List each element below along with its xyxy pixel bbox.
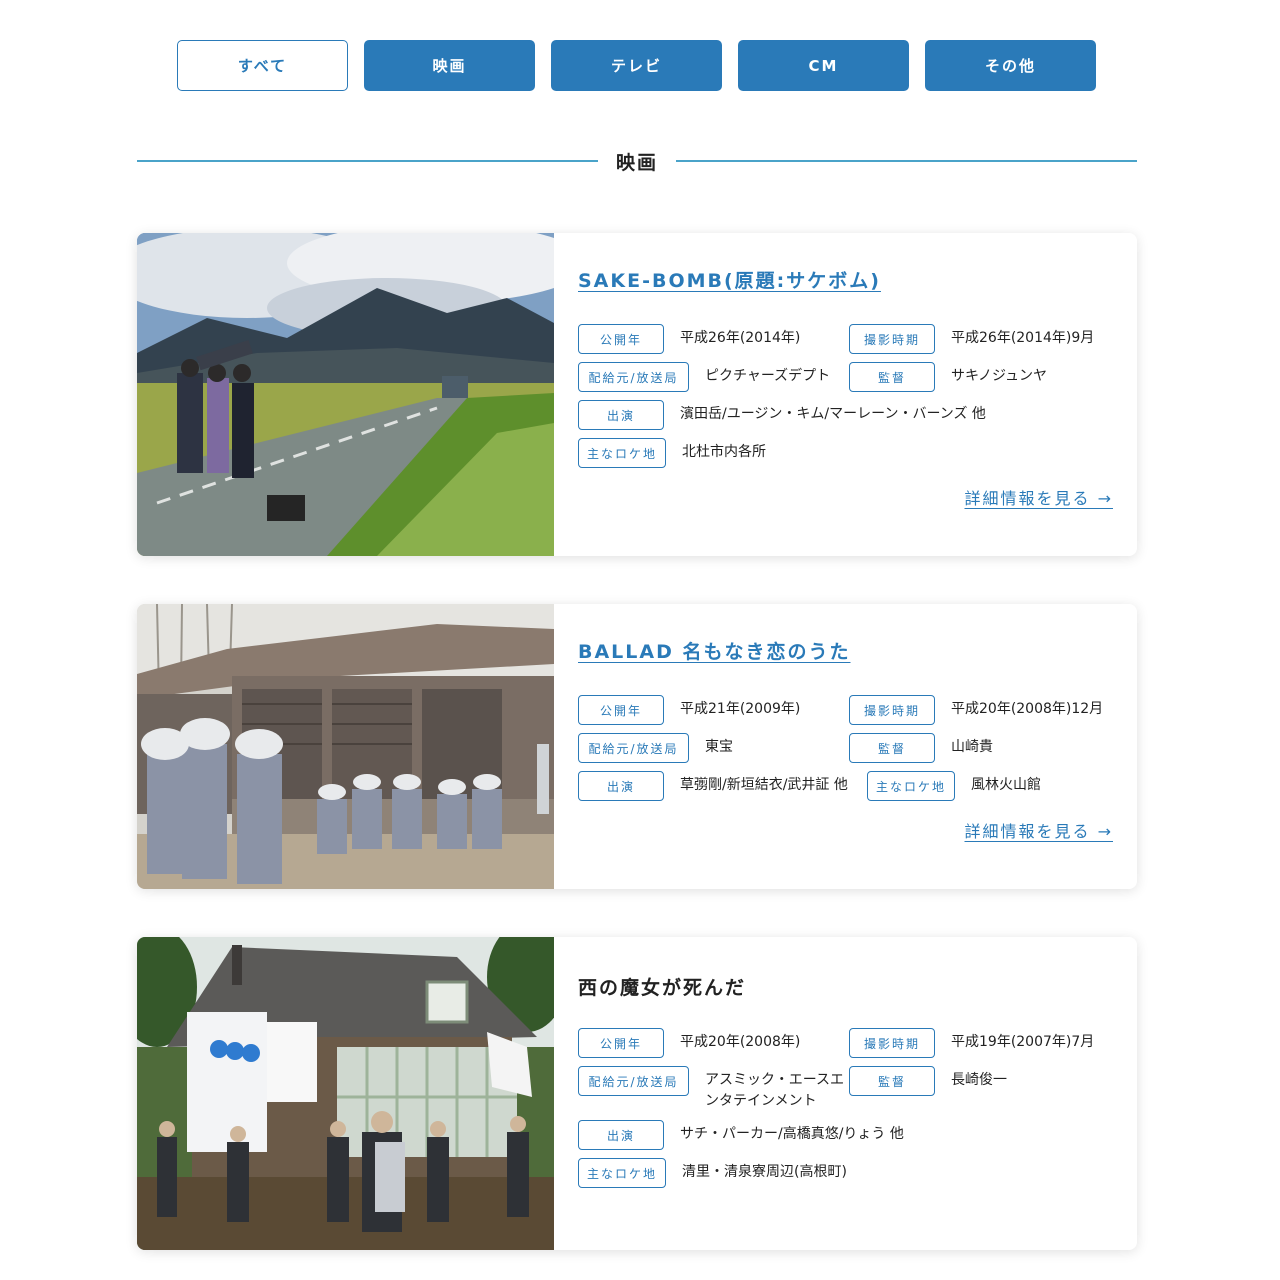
distributor-value: ピクチャーズデプト	[705, 368, 831, 384]
director-value: 長崎俊一	[951, 1072, 1007, 1088]
director-value: 山崎貴	[951, 739, 993, 755]
location-value: 清里・清泉寮周辺(高根町)	[682, 1164, 847, 1180]
filter-tv-button[interactable]: テレビ	[551, 40, 722, 91]
director-value: サキノジュンヤ	[951, 368, 1048, 384]
work-title: 西の魔女が死んだ	[578, 977, 747, 999]
filter-other-button[interactable]: その他	[925, 40, 1096, 91]
release-year-value: 平成26年(2014年)	[680, 330, 801, 346]
cast-label: 出演	[578, 1120, 664, 1150]
cast-label: 出演	[578, 400, 664, 430]
heading-divider-right	[676, 160, 1138, 162]
shoot-period-value: 平成19年(2007年)7月	[951, 1034, 1095, 1050]
distributor-value-line1: アスミック・エースエ	[705, 1072, 845, 1088]
section-heading: 映画	[137, 146, 1138, 176]
location-label: 主なロケ地	[578, 438, 666, 468]
work-card: BALLAD 名もなき恋のうた 公開年 平成21年(2009年) 撮影時期 平成…	[137, 604, 1137, 889]
cast-value: サチ・パーカー/高橋真悠/りょう 他	[680, 1126, 904, 1142]
distributor-value: 東宝	[705, 739, 733, 755]
heading-divider-left	[137, 160, 598, 162]
release-year-value: 平成21年(2009年)	[680, 701, 801, 717]
shoot-period-value: 平成26年(2014年)9月	[951, 330, 1095, 346]
work-title-link[interactable]: BALLAD 名もなき恋のうた	[578, 637, 851, 664]
distributor-label: 配給元/放送局	[578, 733, 689, 763]
work-title-link[interactable]: SAKE-BOMB(原題:サケボム)	[578, 266, 881, 293]
work-card: 西の魔女が死んだ 公開年 平成20年(2008年) 撮影時期 平成19年(200…	[137, 937, 1137, 1250]
work-details: SAKE-BOMB(原題:サケボム) 公開年 平成26年(2014年) 撮影時期…	[578, 233, 1113, 556]
location-label: 主なロケ地	[867, 771, 955, 801]
director-label: 監督	[849, 362, 935, 392]
work-details: BALLAD 名もなき恋のうた 公開年 平成21年(2009年) 撮影時期 平成…	[578, 604, 1113, 889]
filter-all-button[interactable]: すべて	[177, 40, 348, 91]
work-card: SAKE-BOMB(原題:サケボム) 公開年 平成26年(2014年) 撮影時期…	[137, 233, 1137, 556]
release-year-label: 公開年	[578, 695, 664, 725]
location-value: 北杜市内各所	[682, 444, 766, 460]
shoot-period-label: 撮影時期	[849, 695, 935, 725]
distributor-value-line2: ンタテインメント	[705, 1093, 817, 1109]
category-filter-bar: すべて 映画 テレビ CM その他	[177, 40, 1096, 91]
work-photo-house-set	[137, 937, 554, 1250]
cast-value: 濱田岳/ユージン・キム/マーレーン・バーンズ 他	[680, 406, 986, 422]
work-photo-samurai-set	[137, 604, 554, 889]
work-details: 西の魔女が死んだ 公開年 平成20年(2008年) 撮影時期 平成19年(200…	[578, 937, 1113, 1250]
filter-movie-button[interactable]: 映画	[364, 40, 535, 91]
view-details-link[interactable]: 詳細情報を見る →	[965, 485, 1114, 509]
view-details-link[interactable]: 詳細情報を見る →	[965, 818, 1114, 842]
director-label: 監督	[849, 1066, 935, 1096]
release-year-label: 公開年	[578, 324, 664, 354]
cast-value: 草彅剛/新垣結衣/武井証 他	[680, 777, 848, 793]
shoot-period-label: 撮影時期	[849, 1028, 935, 1058]
director-label: 監督	[849, 733, 935, 763]
distributor-label: 配給元/放送局	[578, 362, 689, 392]
section-heading-label: 映画	[616, 151, 659, 174]
work-photo-road-filming	[137, 233, 554, 556]
release-year-label: 公開年	[578, 1028, 664, 1058]
cast-label: 出演	[578, 771, 664, 801]
shoot-period-value: 平成20年(2008年)12月	[951, 701, 1104, 717]
release-year-value: 平成20年(2008年)	[680, 1034, 801, 1050]
distributor-label: 配給元/放送局	[578, 1066, 689, 1096]
location-label: 主なロケ地	[578, 1158, 666, 1188]
location-value: 風林火山館	[971, 777, 1041, 793]
filter-cm-button[interactable]: CM	[738, 40, 909, 91]
shoot-period-label: 撮影時期	[849, 324, 935, 354]
